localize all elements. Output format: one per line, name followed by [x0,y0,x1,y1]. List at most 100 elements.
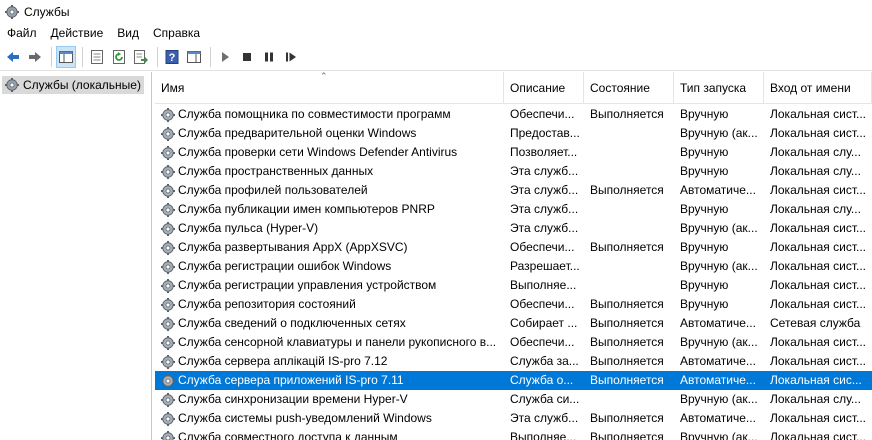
service-state: Выполняется [590,183,664,197]
service-row[interactable]: Служба репозитория состояний Обеспечи... В… [155,295,872,314]
service-name-cell: Служба проверки сети Windows Defender An… [155,143,504,162]
toolbar-separator [82,47,83,67]
service-row[interactable]: Служба профилей пользователей Эта служб..… [155,181,872,200]
start-service-icon[interactable] [215,46,235,68]
service-name: Служба предварительной оценки Windows [178,126,417,140]
service-description: Позволяет... [510,145,578,159]
service-row[interactable]: Служба помощника по совместимости програ… [155,105,872,124]
services-list: ⌃ Имя Описание Состояние Тип запуска Вхо… [155,72,872,440]
menu-view[interactable]: Вид [110,23,146,43]
service-name-cell: Служба предварительной оценки Windows [155,124,504,143]
service-logon-as: Локальная сист... [770,183,866,197]
service-row[interactable]: Служба регистрации управления устройство… [155,276,872,295]
export-list-icon[interactable] [131,46,151,68]
service-state [584,124,674,143]
service-gear-icon [160,411,176,427]
column-header-description[interactable]: Описание [504,72,584,104]
service-gear-icon [160,183,176,199]
service-description: Обеспечи... [510,107,575,121]
menu-action[interactable]: Действие [44,23,111,43]
service-startup-type: Вручную [680,240,729,254]
service-state [584,219,674,238]
service-state [584,162,674,181]
service-state: Выполняется [590,107,664,121]
service-startup-type: Вручную (ак... [680,392,758,406]
console-tree-icon[interactable] [56,46,76,68]
sort-ascending-icon: ⌃ [320,72,328,81]
column-header-state[interactable]: Состояние [584,72,674,104]
service-row[interactable]: Служба регистрации ошибок Windows Разреша… [155,257,872,276]
service-row[interactable]: Служба предварительной оценки Windows Пре… [155,124,872,143]
service-startup-type: Вручную (ак... [680,221,758,235]
service-name: Служба регистрации ошибок Windows [178,259,392,273]
service-name-cell: Служба помощника по совместимости програ… [155,105,504,124]
service-row[interactable]: Служба синхронизации времени Hyper-V Служ… [155,390,872,409]
service-gear-icon [160,202,176,218]
menu-help[interactable]: Справка [146,23,207,43]
service-row[interactable]: Служба пространственных данных Эта служб.… [155,162,872,181]
service-name: Служба сервера приложений IS-pro 7.11 [178,373,404,387]
service-logon-as: Локальная слу... [770,164,861,178]
service-name: Служба сенсорной клавиатуры и панели рук… [178,335,497,349]
service-logon-as: Локальная сист... [770,259,866,273]
service-row[interactable]: Служба сервера приложений IS-pro 7.11 Слу… [155,371,872,390]
column-header-logon-as[interactable]: Вход от имени [764,72,872,104]
service-logon-as: Локальная сист... [770,430,866,440]
service-description: Эта служб... [510,221,579,235]
service-name-cell: Служба репозитория состояний [155,295,504,314]
service-gear-icon [160,126,176,142]
restart-service-icon[interactable] [281,46,301,68]
column-header-startup-type[interactable]: Тип запуска [674,72,764,104]
service-name-cell: Служба развертывания AppX (AppXSVC) [155,238,504,257]
service-row[interactable]: Служба публикации имен компьютеров PNRP Э… [155,200,872,219]
service-state: Выполняется [590,335,664,349]
toolbar-separator [210,47,211,67]
properties-icon[interactable] [87,46,107,68]
service-row[interactable]: Служба проверки сети Windows Defender An… [155,143,872,162]
service-description: Собирает ... [510,316,578,330]
service-state: Выполняется [590,316,664,330]
service-row[interactable]: Служба сервера аплікацій IS-pro 7.12 Служ… [155,352,872,371]
service-logon-as: Локальная сист... [770,411,866,425]
service-startup-type: Автоматиче... [680,183,756,197]
forward-arrow-icon[interactable] [25,46,45,68]
pause-service-icon[interactable] [259,46,279,68]
service-row[interactable]: Служба пульса (Hyper-V) Эта служб... Вручн… [155,219,872,238]
service-state [584,143,674,162]
service-row[interactable]: Служба совместного доступа к данным Выпол… [155,428,872,440]
column-header-name[interactable]: ⌃ Имя [155,72,504,104]
service-description: Обеспечи... [510,297,575,311]
service-rows: Служба помощника по совместимости програ… [155,105,872,440]
service-logon-as: Локальная сист... [770,240,866,254]
toolbar: ? [0,44,872,71]
service-name: Служба пульса (Hyper-V) [178,221,319,235]
console-tree: Службы (локальные) [0,72,152,440]
service-row[interactable]: Служба развертывания AppX (AppXSVC) Обесп… [155,238,872,257]
stop-service-icon[interactable] [237,46,257,68]
service-gear-icon [160,107,176,123]
menu-file[interactable]: Файл [0,23,44,43]
service-logon-as: Локальная сист... [770,278,866,292]
service-name: Служба совместного доступа к данным [178,430,398,440]
service-row[interactable]: Служба сведений о подключенных сетях Соби… [155,314,872,333]
service-logon-as: Локальная сист... [770,221,866,235]
service-name-cell: Служба сведений о подключенных сетях [155,314,504,333]
show-hide-action-pane-icon[interactable] [184,46,204,68]
service-gear-icon [160,354,176,370]
tree-item-services-local[interactable]: Службы (локальные) [2,76,144,94]
refresh-icon[interactable] [109,46,129,68]
service-row[interactable]: Служба сенсорной клавиатуры и панели рук… [155,333,872,352]
help-icon[interactable]: ? [162,46,182,68]
service-description: Служба о... [510,373,574,387]
service-logon-as: Локальная сист... [770,335,866,349]
service-name-cell: Служба профилей пользователей [155,181,504,200]
service-row[interactable]: Служба системы push-уведомлений Windows Э… [155,409,872,428]
column-header-label: Вход от имени [770,81,851,95]
title-bar: Службы [0,0,872,23]
service-startup-type: Вручную (ак... [680,259,758,273]
service-name: Служба развертывания AppX (AppXSVC) [178,240,408,254]
service-state: Выполняется [590,354,664,368]
service-state [584,200,674,219]
back-arrow-icon[interactable] [3,46,23,68]
service-name-cell: Служба сервера приложений IS-pro 7.11 [155,371,504,390]
